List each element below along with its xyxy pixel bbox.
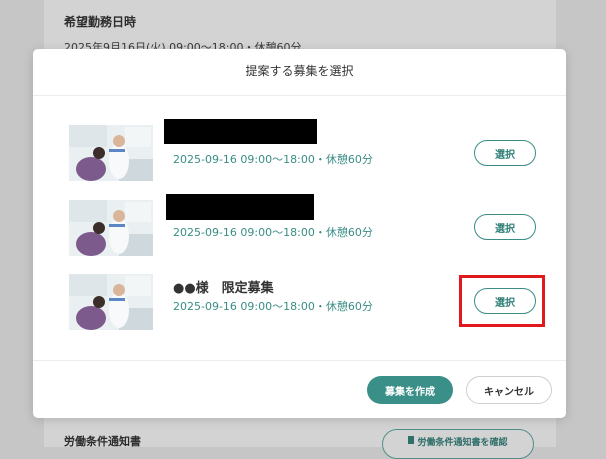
view-labor-conditions-button[interactable]: 労働条件通知書を確認	[382, 429, 534, 459]
redacted-title	[164, 119, 317, 144]
job-thumbnail	[69, 274, 153, 330]
footer-divider	[33, 360, 566, 361]
job-thumbnail	[69, 200, 153, 256]
modal-title: 提案する募集を選択	[245, 64, 354, 78]
job-datetime: 2025-09-16 09:00〜18:00・休憩60分	[173, 153, 373, 166]
select-button[interactable]: 選択	[474, 140, 536, 166]
job-datetime: 2025-09-16 09:00〜18:00・休憩60分	[173, 300, 373, 313]
redacted-title	[166, 194, 314, 220]
cancel-button[interactable]: キャンセル	[466, 376, 552, 404]
job-list-item: 2025-09-16 09:00〜18:00・休憩60分 選択	[33, 194, 566, 260]
header-divider	[33, 95, 566, 96]
select-job-modal: 提案する募集を選択 2025-09-16 09:00〜18:00・休憩60分 選…	[33, 49, 566, 418]
preferred-datetime-heading: 希望勤務日時	[64, 15, 137, 29]
job-datetime: 2025-09-16 09:00〜18:00・休憩60分	[173, 226, 373, 239]
select-button[interactable]: 選択	[474, 214, 536, 240]
job-title: ●●様 限定募集	[173, 281, 274, 296]
document-icon	[408, 436, 415, 444]
view-labor-conditions-label: 労働条件通知書を確認	[417, 438, 508, 448]
highlight-box	[459, 275, 545, 327]
job-list-item: 2025-09-16 09:00〜18:00・休憩60分 選択	[33, 119, 566, 185]
job-thumbnail	[69, 125, 153, 181]
create-job-button[interactable]: 募集を作成	[367, 376, 453, 404]
